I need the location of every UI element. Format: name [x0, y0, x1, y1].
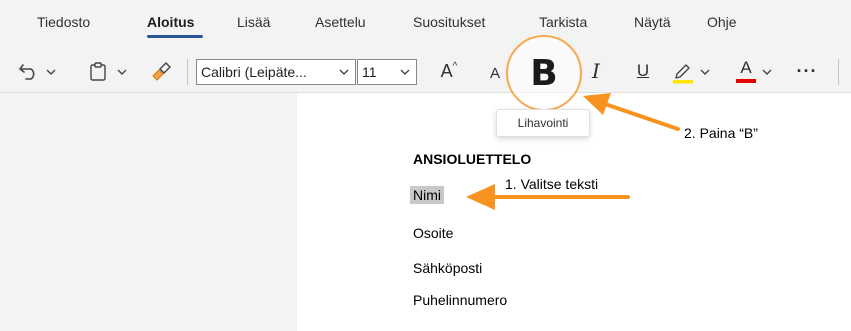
- paste-button[interactable]: [85, 57, 111, 85]
- font-size-select[interactable]: 11: [357, 59, 417, 85]
- shrink-font-button[interactable]: A: [484, 59, 506, 87]
- font-color-button[interactable]: A: [735, 55, 757, 87]
- paste-dropdown-chevron-icon[interactable]: [117, 68, 127, 76]
- highlighter-icon: [673, 64, 693, 84]
- tab-suositukset[interactable]: Suositukset: [413, 14, 485, 30]
- bold-label: B: [530, 52, 558, 94]
- bold-button[interactable]: B: [506, 35, 582, 111]
- tab-aloitus[interactable]: Aloitus: [147, 14, 194, 30]
- grow-font-label: A: [440, 60, 453, 81]
- tab-tiedosto[interactable]: Tiedosto: [37, 14, 90, 30]
- tooltip-text: Lihavointi: [517, 116, 569, 130]
- document-line-phone[interactable]: Puhelinnumero: [413, 292, 507, 308]
- annotation-step-1: 1. Valitse teksti: [505, 176, 599, 192]
- toolbar-separator: [187, 59, 188, 85]
- undo-icon: [19, 64, 35, 80]
- document-line-email[interactable]: Sähköposti: [413, 260, 482, 276]
- font-name-value: Calibri (Leipäte...: [201, 64, 307, 80]
- tab-lisaa[interactable]: Lisää: [237, 14, 270, 30]
- shrink-font-label: A: [489, 64, 500, 82]
- underline-button[interactable]: U: [632, 57, 654, 85]
- grow-font-button[interactable]: A ^: [436, 57, 462, 85]
- underline-label: U: [636, 61, 650, 80]
- caret-up-icon: ^: [452, 60, 458, 72]
- format-painter-icon: [152, 62, 171, 81]
- font-size-value: 11: [362, 64, 377, 80]
- italic-button[interactable]: I: [585, 57, 607, 85]
- undo-dropdown-chevron-icon[interactable]: [46, 68, 56, 76]
- document-line-address[interactable]: Osoite: [413, 225, 453, 241]
- undo-button[interactable]: [14, 57, 44, 85]
- annotation-step-2: 2. Paina “B”: [684, 125, 758, 141]
- document-heading[interactable]: ANSIOLUETTELO: [413, 151, 531, 167]
- font-name-select[interactable]: Calibri (Leipäte...: [196, 59, 356, 85]
- clipboard-icon: [90, 62, 106, 81]
- menu-tabs: Tiedosto Aloitus Lisää Asettelu Suosituk…: [0, 0, 851, 40]
- highlight-button[interactable]: [670, 57, 696, 87]
- tab-nayta[interactable]: Näytä: [634, 14, 671, 30]
- ribbon-toolbar: Calibri (Leipäte... 11 A ^ A I U A ···: [0, 45, 851, 91]
- more-icon: ···: [796, 60, 818, 81]
- format-painter-button[interactable]: [148, 57, 174, 85]
- tab-asettelu[interactable]: Asettelu: [315, 14, 366, 30]
- bold-tooltip: Lihavointi: [496, 109, 590, 137]
- chevron-down-icon: [400, 69, 410, 75]
- toolbar-separator: [838, 59, 839, 85]
- chevron-down-icon: [339, 69, 349, 75]
- highlight-dropdown-chevron-icon[interactable]: [700, 68, 710, 76]
- font-color-label: A: [740, 58, 752, 78]
- italic-label: I: [592, 59, 600, 83]
- more-options-button[interactable]: ···: [792, 57, 822, 85]
- tab-ohje[interactable]: Ohje: [707, 14, 737, 30]
- active-tab-indicator: [147, 35, 203, 38]
- tab-tarkista[interactable]: Tarkista: [539, 14, 587, 30]
- font-color-bar: [736, 79, 756, 83]
- selected-text[interactable]: Nimi: [410, 186, 444, 204]
- font-color-dropdown-chevron-icon[interactable]: [762, 68, 772, 76]
- document-line-name[interactable]: Nimi: [410, 186, 444, 204]
